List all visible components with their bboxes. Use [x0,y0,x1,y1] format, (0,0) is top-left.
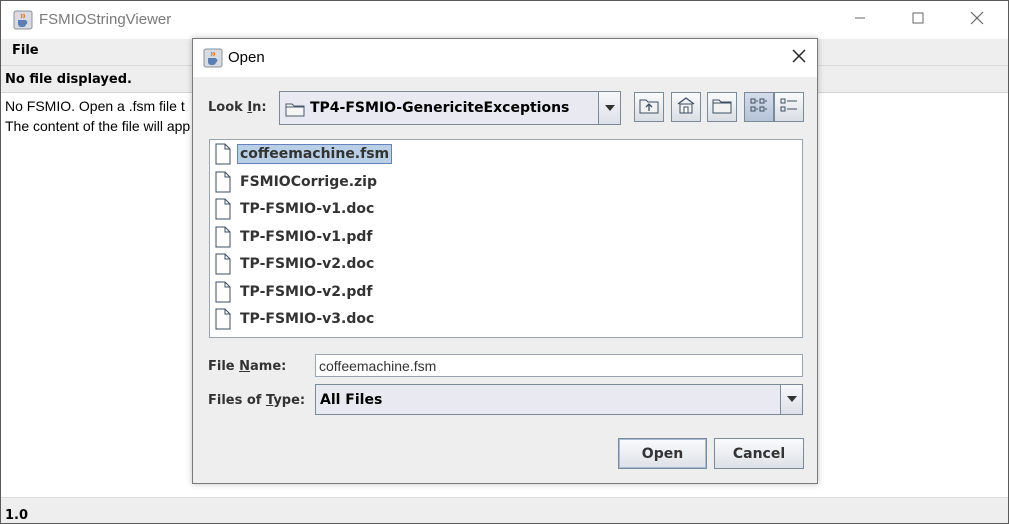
file-icon [214,253,232,275]
details-view-button[interactable] [774,92,804,122]
version-label: 1.0 [5,508,29,523]
close-button[interactable] [948,1,1006,39]
dialog-title: Open [228,49,265,66]
list-view-button[interactable] [744,92,774,122]
file-menu[interactable]: File [12,43,39,58]
close-icon [970,11,984,29]
file-icon [214,171,232,193]
minimize-button[interactable] [831,1,889,39]
home-button[interactable] [671,92,701,122]
file-type-label: Files of Type: [208,393,306,408]
open-dialog: Open Look In: TP4-FSMIO-GenericiteExcept… [192,38,818,484]
content-line-2: The content of the file will app [5,118,191,134]
new-folder-button[interactable] [707,92,737,122]
file-name: TP-FSMIO-v2.doc [240,256,375,272]
file-item[interactable]: TP-FSMIO-v1.pdf [212,224,374,250]
dialog-close-button[interactable] [781,39,817,77]
file-item[interactable]: TP-FSMIO-v2.doc [212,251,376,277]
look-in-dropdown-button[interactable] [598,92,620,124]
file-item[interactable]: FSMIOCorrige.zip [212,169,379,195]
close-icon [791,48,807,68]
chevron-down-icon [786,392,798,407]
file-icon [214,143,232,165]
file-icon [214,281,232,303]
file-name: FSMIOCorrige.zip [240,174,377,190]
chevron-down-icon [604,101,616,116]
file-type-combo[interactable]: All Files [315,384,803,415]
look-in-combo[interactable]: TP4-FSMIO-GenericiteExceptions [279,91,621,125]
maximize-button[interactable] [889,1,947,39]
file-list[interactable]: coffeemachine.fsm FSMIOCorrige.zip TP-FS… [209,139,803,338]
file-name: coffeemachine.fsm [236,144,393,164]
new-folder-icon [712,96,732,118]
look-in-value: TP4-FSMIO-GenericiteExceptions [310,100,570,116]
title-bar: FSMIOStringViewer [1,1,1008,39]
open-button[interactable]: Open [618,438,707,469]
footer-bar: 1.0 [1,497,1008,523]
java-cup-icon [203,48,223,68]
look-in-label: Look In: [208,100,267,115]
file-item[interactable]: coffeemachine.fsm [212,141,393,167]
maximize-icon [912,12,924,28]
file-item[interactable]: TP-FSMIO-v1.doc [212,196,376,222]
file-type-dropdown-button[interactable] [780,385,802,414]
list-view-icon [749,96,769,118]
file-item[interactable]: TP-FSMIO-v3.doc [212,306,376,332]
file-name: TP-FSMIO-v3.doc [240,311,375,327]
status-text: No file displayed. [5,72,132,87]
java-cup-icon [13,10,33,30]
file-icon [214,308,232,330]
file-item[interactable]: TP-FSMIO-v2.pdf [212,279,374,305]
file-name: TP-FSMIO-v1.doc [240,201,375,217]
file-icon [214,226,232,248]
up-one-level-icon [639,96,659,118]
home-icon [676,96,696,118]
dialog-title-bar: Open [193,39,817,77]
file-name: TP-FSMIO-v2.pdf [240,284,373,300]
window-title: FSMIOStringViewer [39,11,172,28]
file-type-value: All Files [320,391,383,408]
minimize-icon [854,12,866,28]
up-one-level-button[interactable] [634,92,664,122]
details-view-icon [779,96,799,118]
content-line-1: No FSMIO. Open a .fsm file t [5,98,185,114]
cancel-button[interactable]: Cancel [714,438,804,469]
file-name-input[interactable]: coffeemachine.fsm [315,354,803,377]
file-name-label: File Name: [208,359,287,374]
file-icon [214,198,232,220]
folder-icon [285,101,305,121]
file-name: TP-FSMIO-v1.pdf [240,229,373,245]
